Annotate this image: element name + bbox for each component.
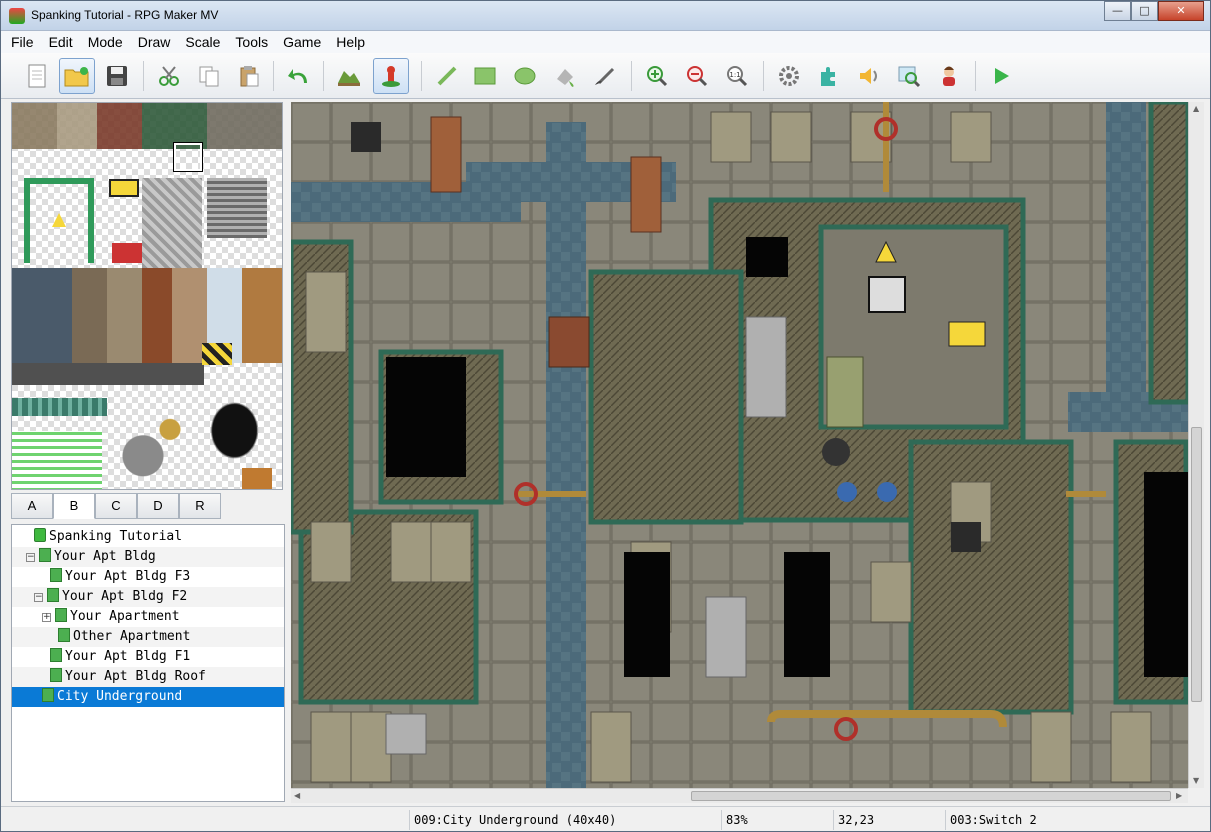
menu-scale[interactable]: Scale	[185, 34, 220, 50]
menu-draw[interactable]: Draw	[138, 34, 171, 50]
event-mode-icon[interactable]	[373, 58, 409, 94]
map-icon	[50, 568, 62, 582]
tree-item-your-apt-bldg-f2[interactable]: − Your Apt Bldg F2	[12, 587, 284, 607]
tree-item-your-apartment[interactable]: + Your Apartment	[12, 607, 284, 627]
project-icon	[34, 528, 46, 542]
map-icon	[55, 608, 67, 622]
menu-mode[interactable]: Mode	[88, 34, 123, 50]
tree-item-label: Your Apt Bldg	[54, 549, 156, 564]
tree-item-label: Your Apt Bldg F3	[65, 569, 191, 584]
tree-item-project[interactable]: Spanking Tutorial	[12, 527, 284, 547]
status-map-name: 009:City Underground (40x40)	[409, 810, 719, 830]
svg-text:1:1: 1:1	[729, 71, 740, 79]
title-bar: Spanking Tutorial - RPG Maker MV — □ ✕	[1, 1, 1210, 31]
status-bar: 009:City Underground (40x40) 83% 32,23 0…	[1, 806, 1210, 831]
menu-help[interactable]: Help	[336, 34, 365, 50]
map-icon	[50, 668, 62, 682]
new-project-icon[interactable]	[19, 58, 55, 94]
tree-item-your-apt-bldg[interactable]: − Your Apt Bldg	[12, 547, 284, 567]
tree-item-city-underground[interactable]: City Underground	[12, 687, 284, 707]
menu-bar: File Edit Mode Draw Scale Tools Game Hel…	[1, 31, 1210, 53]
app-icon	[9, 8, 25, 24]
tree-item-label: Other Apartment	[73, 629, 191, 644]
fill-icon[interactable]	[547, 58, 583, 94]
event-searcher-icon[interactable]	[891, 58, 927, 94]
map-horizontal-scrollbar[interactable]: ◀ ▶	[291, 788, 1188, 803]
tree-item-label: Spanking Tutorial	[49, 529, 183, 544]
window-title: Spanking Tutorial - RPG Maker MV	[31, 8, 219, 22]
copy-icon[interactable]	[191, 58, 227, 94]
map-icon	[42, 688, 54, 702]
tab-r[interactable]: R	[179, 493, 221, 519]
playtest-icon[interactable]	[983, 58, 1019, 94]
rectangle-icon[interactable]	[467, 58, 503, 94]
undo-icon[interactable]	[281, 58, 317, 94]
sound-test-icon[interactable]	[851, 58, 887, 94]
map-icon	[58, 628, 70, 642]
actual-size-icon[interactable]: 1:1	[719, 58, 755, 94]
map-icon	[47, 588, 59, 602]
close-button[interactable]: ✕	[1158, 1, 1204, 21]
menu-edit[interactable]: Edit	[49, 34, 73, 50]
map-render	[291, 102, 1188, 788]
tree-item-label: City Underground	[57, 689, 183, 704]
tree-item-your-apt-bldg-f3[interactable]: Your Apt Bldg F3	[12, 567, 284, 587]
pencil-icon[interactable]	[429, 58, 465, 94]
menu-file[interactable]: File	[11, 34, 34, 50]
collapse-icon[interactable]: −	[26, 553, 35, 562]
app-window: Spanking Tutorial - RPG Maker MV — □ ✕ F…	[0, 0, 1211, 832]
menu-tools[interactable]: Tools	[235, 34, 268, 50]
tileset-tabs: A B C D R	[11, 493, 285, 519]
tree-item-label: Your Apt Bldg Roof	[65, 669, 206, 684]
minimize-button[interactable]: —	[1104, 1, 1131, 21]
map-tree: Spanking Tutorial − Your Apt Bldg Your Ap…	[11, 524, 285, 802]
map-canvas[interactable]	[291, 102, 1188, 788]
tree-item-label: Your Apt Bldg F1	[65, 649, 191, 664]
tab-a[interactable]: A	[11, 493, 53, 519]
save-project-icon[interactable]	[99, 58, 135, 94]
open-project-icon[interactable]	[59, 58, 95, 94]
maximize-button[interactable]: □	[1131, 1, 1158, 21]
tree-item-other-apartment[interactable]: Other Apartment	[12, 627, 284, 647]
tree-item-label: Your Apt Bldg F2	[62, 589, 188, 604]
plugin-manager-icon[interactable]	[811, 58, 847, 94]
expand-icon[interactable]: +	[42, 613, 51, 622]
tileset-palette[interactable]	[11, 102, 283, 490]
toolbar: 1:1	[1, 53, 1210, 99]
status-zoom: 83%	[721, 810, 831, 830]
map-mode-icon[interactable]	[331, 58, 367, 94]
cut-icon[interactable]	[151, 58, 187, 94]
map-icon	[50, 648, 62, 662]
map-vertical-scrollbar[interactable]: ▲ ▼	[1188, 102, 1204, 788]
tree-item-your-apt-bldg-roof[interactable]: Your Apt Bldg Roof	[12, 667, 284, 687]
tab-b[interactable]: B	[53, 493, 95, 519]
zoom-in-icon[interactable]	[639, 58, 675, 94]
zoom-out-icon[interactable]	[679, 58, 715, 94]
menu-game[interactable]: Game	[283, 34, 321, 50]
tab-d[interactable]: D	[137, 493, 179, 519]
tree-item-label: Your Apartment	[70, 609, 180, 624]
database-icon[interactable]	[771, 58, 807, 94]
character-generator-icon[interactable]	[931, 58, 967, 94]
tab-c[interactable]: C	[95, 493, 137, 519]
status-switch: 003:Switch 2	[945, 810, 1195, 830]
map-icon	[39, 548, 51, 562]
vertical-scroll-thumb[interactable]	[1191, 427, 1202, 702]
tree-item-your-apt-bldg-f1[interactable]: Your Apt Bldg F1	[12, 647, 284, 667]
shadow-pen-icon[interactable]	[587, 58, 623, 94]
horizontal-scroll-thumb[interactable]	[691, 791, 1171, 801]
status-coordinates: 32,23	[833, 810, 943, 830]
ellipse-icon[interactable]	[507, 58, 543, 94]
collapse-icon[interactable]: −	[34, 593, 43, 602]
paste-icon[interactable]	[231, 58, 267, 94]
